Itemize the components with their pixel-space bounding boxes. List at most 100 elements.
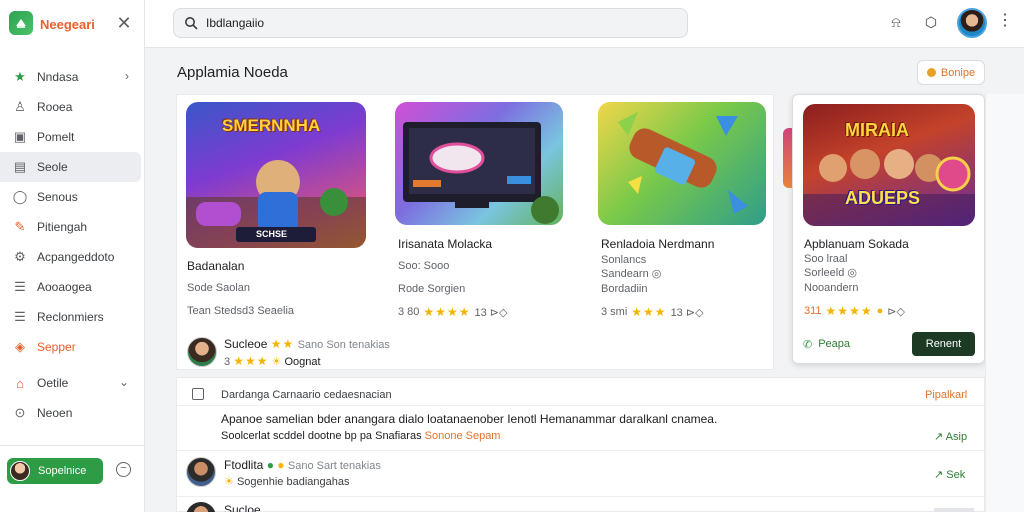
- collapse-icon[interactable]: −: [116, 462, 131, 477]
- rating-suffix: 13 ⊳◇: [670, 306, 704, 319]
- game-thumbnail-1[interactable]: SMERNNHA SCHSE: [186, 102, 366, 248]
- sidebar-item-acpangeddoto[interactable]: ⚙ Acpangeddoto: [0, 242, 141, 272]
- row-line-1: Ftodlita ● ● Sano Sart tenakias: [224, 458, 381, 472]
- row-note: Sano Sart tenakias: [287, 460, 381, 472]
- game-thumbnail-3[interactable]: [598, 102, 766, 225]
- bell-icon[interactable]: ⍾: [886, 12, 906, 32]
- star-rating-icon: ★★: [270, 337, 295, 351]
- row-name[interactable]: Ftodlita: [224, 458, 263, 472]
- star-rating-icon: ★★★: [233, 354, 269, 368]
- badge-icon: ●: [277, 458, 285, 472]
- logo-row: Neegeari ✕: [0, 0, 145, 48]
- row-action-1[interactable]: ↗ Asip: [934, 430, 967, 443]
- more-vert-icon[interactable]: ⋮: [997, 12, 1013, 32]
- top-action-label: Bonipe: [940, 66, 976, 79]
- avatar: [10, 461, 30, 481]
- featured-card[interactable]: MIRAIA ADUEPS Apblanuam Sokada Soo lraal…: [792, 94, 985, 364]
- close-icon[interactable]: ✕: [114, 12, 134, 34]
- shield-icon[interactable]: ⬡: [921, 12, 941, 32]
- card-meta2: Bordadiin: [601, 283, 648, 295]
- primary-button[interactable]: Renent: [912, 332, 975, 356]
- row-name[interactable]: Sucloe: [224, 503, 261, 512]
- list-icon: ☰: [14, 309, 26, 324]
- featured-thumb-title: MIRAIA: [845, 120, 909, 140]
- reviewer-name[interactable]: Sucleoe: [224, 337, 267, 351]
- row-sub: Sogenhie badiangahas: [236, 476, 350, 488]
- user-avatar[interactable]: [957, 8, 987, 38]
- search-bar[interactable]: [173, 8, 688, 38]
- sidebar-item-pitiengah[interactable]: ✎ Pitiengah: [0, 212, 141, 242]
- reviewer-label: Oognat: [284, 356, 321, 368]
- row-action-2[interactable]: ↗ Sek: [934, 468, 965, 481]
- sidebar-item-seole[interactable]: ▤ Seole: [0, 152, 141, 182]
- app-cards-panel: SMERNNHA SCHSE Badanalan Sode Saolan Tea…: [176, 94, 774, 370]
- body-link[interactable]: Sonone Sepam: [425, 430, 501, 442]
- sidebar-item-label: Aooaogea: [37, 280, 92, 294]
- rating-value: 311: [804, 305, 822, 317]
- list-panel: Dardanga Carnaario cedaesnacian Pipalkar…: [176, 377, 986, 512]
- calendar-icon: [192, 388, 204, 400]
- edit-icon: ↗: [934, 431, 944, 443]
- page-title: Applamia Noeda: [177, 64, 288, 81]
- compass-icon: ⊙: [14, 405, 26, 420]
- sidebar-nav: ★ Nndasa › ♙ Rooea ▣ Pomelt ▤ Seole ◯ Se…: [0, 62, 145, 428]
- card-rating: 3 80 ★★★★ 13 ⊳◇: [398, 305, 507, 319]
- card-meta: Sandearn ◎: [601, 268, 662, 280]
- card-title[interactable]: Badanalan: [187, 259, 244, 273]
- gear-icon: ⚙: [14, 249, 26, 264]
- card-meta: Tean Stedsd3 Seaelia: [187, 305, 295, 317]
- inbox-icon: ▣: [13, 129, 27, 144]
- sidebar-item-senous[interactable]: ◯ Senous: [0, 182, 141, 212]
- sidebar-item-label: Seole: [37, 160, 68, 174]
- profile-button[interactable]: Sopelnice: [7, 458, 103, 484]
- sidebar-item-aooaogea[interactable]: ☰ Aooaogea: [0, 272, 141, 302]
- search-input[interactable]: [206, 16, 666, 30]
- card-rating: 3 smi ★★★ 13 ⊳◇: [601, 305, 704, 319]
- secondary-button[interactable]: ✆ Peapa: [803, 332, 883, 356]
- top-header: ⍾ ⬡ ⋮: [145, 0, 1024, 48]
- featured-thumbnail[interactable]: MIRAIA ADUEPS: [803, 104, 975, 226]
- rating-value: 3 smi: [601, 306, 628, 318]
- star-rating-icon: ★★★★: [423, 305, 471, 319]
- thumb-title: SMERNNHA: [222, 116, 321, 135]
- secondary-button-label: Peapa: [818, 338, 851, 350]
- reviewer-rating: 3: [224, 356, 231, 368]
- app-logo-icon[interactable]: [9, 11, 33, 35]
- list-body-line-2: Soolcerlat scddel dootne bp pa Snafiaras…: [221, 430, 500, 442]
- dot-icon: [926, 68, 936, 77]
- primary-button-label: Renent: [925, 338, 962, 350]
- phone-icon: ✆: [803, 338, 813, 351]
- row-avatar[interactable]: [186, 457, 216, 487]
- card-title[interactable]: Renladoia Nerdmann: [601, 237, 714, 251]
- reviewer-avatar[interactable]: [187, 337, 217, 367]
- sidebar-item-label: Sepper: [37, 340, 76, 354]
- game-thumbnail-2[interactable]: [395, 102, 563, 225]
- featured-title[interactable]: Apblanuam Sokada: [804, 237, 909, 251]
- sidebar-item-oetile[interactable]: ⌂ Oetile ⌄: [0, 368, 141, 398]
- card-title[interactable]: Irisanata Molacka: [398, 237, 492, 251]
- sidebar-item-label: Neoen: [37, 406, 73, 420]
- sidebar-item-label: Pomelt: [37, 130, 75, 144]
- sidebar-item-reclonmiers[interactable]: ☰ Reclonmiers: [0, 302, 141, 332]
- top-action-button[interactable]: Bonipe: [917, 60, 985, 85]
- reviewer-line-2: 3 ★★★ ☀ Oognat: [224, 354, 321, 368]
- sidebar-item-neoen[interactable]: ⊙ Neoen: [0, 398, 141, 428]
- sidebar-item-sepper[interactable]: ◈ Sepper: [0, 332, 141, 362]
- list-header-action[interactable]: Pipalkarl: [925, 389, 967, 401]
- share-icon: ⊳◇: [887, 305, 905, 318]
- list-header: Dardanga Carnaario cedaesnacian: [221, 389, 392, 401]
- sidebar-item-pomelt[interactable]: ▣ Pomelt: [0, 122, 141, 152]
- badge-icon: ●: [876, 305, 884, 317]
- list-icon: ☰: [14, 279, 26, 294]
- sidebar-item-label: Rooea: [37, 100, 73, 114]
- sidebar: Neegeari ✕ ★ Nndasa › ♙ Rooea ▣ Pomelt ▤…: [0, 0, 145, 512]
- row-avatar[interactable]: [186, 502, 216, 512]
- app-name: Neegeari: [40, 17, 95, 32]
- row-action-label: Sek: [946, 469, 966, 481]
- right-gutter: [985, 94, 1024, 512]
- sidebar-item-nndasa[interactable]: ★ Nndasa ›: [0, 62, 141, 92]
- sidebar-item-rooea[interactable]: ♙ Rooea: [0, 92, 141, 122]
- body-line-2-text: Soolcerlat scddel dootne bp pa Snafiaras: [221, 430, 422, 442]
- featured-meta: Sorleeld ◎: [804, 267, 858, 279]
- card-subtitle: Soo: Sooo: [398, 260, 450, 272]
